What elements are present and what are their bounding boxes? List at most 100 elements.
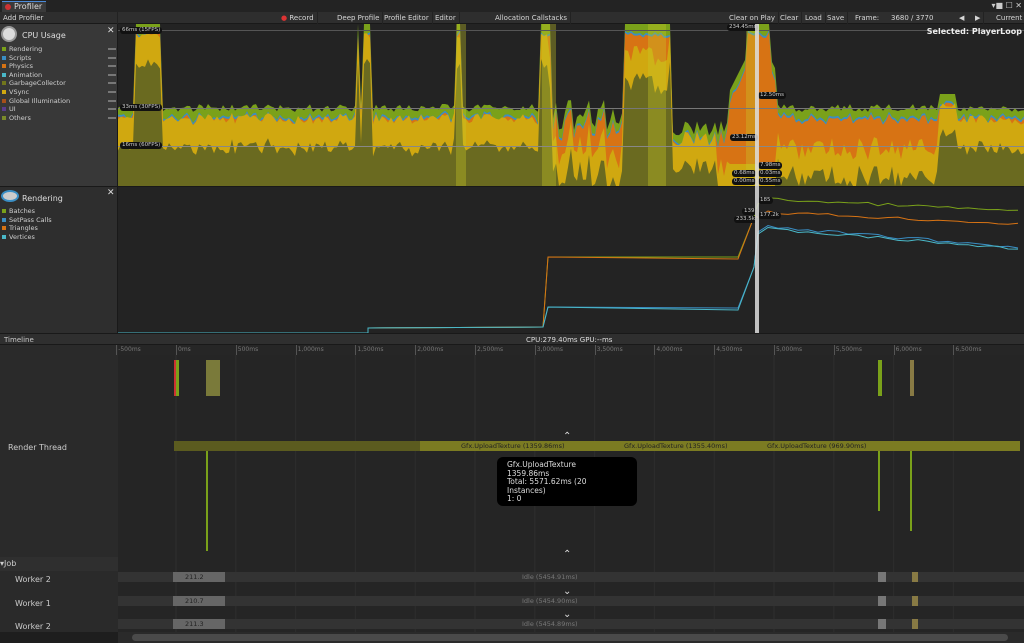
legend-label: SetPass Calls <box>9 215 52 224</box>
record-button[interactable]: ● Record <box>278 12 318 24</box>
legend-label: Scripts <box>9 53 32 62</box>
rendering-title: Rendering <box>22 194 63 203</box>
time-tick: 2,000ms <box>415 345 444 355</box>
legend-label: GarbageCollector <box>9 79 66 88</box>
time-tick: 4,000ms <box>654 345 683 355</box>
drag-handle-icon[interactable] <box>108 108 116 111</box>
deep-profile-button[interactable]: Deep Profile <box>334 12 384 24</box>
drag-handle-icon[interactable] <box>108 65 116 68</box>
scrollbar-thumb[interactable] <box>132 634 1008 641</box>
render-thread-sample[interactable] <box>206 451 208 551</box>
legend-item[interactable]: Rendering <box>0 45 118 54</box>
value-label: 234.45ms <box>727 24 759 31</box>
window-controls[interactable]: ▾■ ☐ ✕ <box>991 1 1022 10</box>
next-frame-button[interactable]: ▶ <box>972 12 985 24</box>
toolbar: Add Profiler ● Record Deep Profile Profi… <box>0 12 1024 24</box>
legend-label: Others <box>9 113 31 122</box>
main-thread-sample[interactable] <box>878 360 882 396</box>
collapse-chevron-icon[interactable]: ⌃ <box>563 549 571 560</box>
worker-active-bar[interactable] <box>912 619 918 629</box>
time-tick: 500ms <box>235 345 259 355</box>
guide-33ms <box>118 108 1024 109</box>
close-icon[interactable]: ✕ <box>107 26 115 36</box>
drag-handle-icon[interactable] <box>108 116 116 119</box>
editor-dropdown[interactable]: Editor <box>432 12 460 24</box>
selection-highlight <box>648 24 666 186</box>
tab-bar: Profiler ▾■ ☐ ✕ <box>0 0 1024 12</box>
current-frame-button[interactable]: Current <box>993 12 1024 24</box>
value-label: 185 <box>758 197 773 204</box>
time-ruler[interactable]: -500ms 0ms 500ms 1,000ms 1,500ms 2,000ms 2,500… <box>116 345 1024 355</box>
series-line-triangles <box>118 210 1019 334</box>
drag-handle-icon[interactable] <box>108 56 116 59</box>
legend-item[interactable]: Batches <box>0 207 118 216</box>
selection-highlight <box>456 24 466 186</box>
view-mode-dropdown[interactable]: Timeline <box>4 336 34 344</box>
legend-item[interactable]: Global Illumination <box>0 97 118 106</box>
close-icon[interactable]: ✕ <box>107 188 115 198</box>
clear-on-play-button[interactable]: Clear on Play <box>726 12 780 24</box>
clear-button[interactable]: Clear <box>777 12 803 24</box>
drag-handle-icon[interactable] <box>108 82 116 85</box>
rendering-chart[interactable]: 185 139 233.5k 177.2k <box>118 186 1024 334</box>
legend-item[interactable]: VSync <box>0 88 118 97</box>
worker-active-bar[interactable] <box>912 572 918 582</box>
expand-chevron-icon[interactable]: ⌄ <box>563 609 571 620</box>
legend-item[interactable]: GarbageCollector <box>0 79 118 88</box>
main-thread-sample[interactable] <box>174 360 176 396</box>
legend-item[interactable]: Triangles <box>0 224 118 233</box>
tooltip-total: Total: 5571.62ms (20 Instances) <box>507 477 587 495</box>
legend-item[interactable]: Scripts <box>0 54 118 63</box>
render-thread-sample[interactable] <box>910 451 912 531</box>
worker-idle-label: Idle (5454.91ms) <box>522 573 578 581</box>
drag-handle-icon[interactable] <box>108 48 116 50</box>
legend-item[interactable]: SetPass Calls <box>0 216 118 225</box>
time-tick: 5,500ms <box>833 345 862 355</box>
drag-handle-icon[interactable] <box>108 73 116 76</box>
prev-frame-button[interactable]: ◀ <box>956 12 967 24</box>
profile-editor-button[interactable]: Profile Editor <box>381 12 433 24</box>
tooltip-line: 1: 0 <box>507 494 522 504</box>
allocation-callstacks-dropdown[interactable]: Allocation Callstacks <box>492 12 572 24</box>
rendering-panel[interactable]: Rendering ✕ Batches SetPass Calls Triangle… <box>0 186 118 333</box>
cpu-usage-chart[interactable]: 66ms (15FPS) 33ms (30FPS) 16ms (60FPS) S… <box>118 24 1024 186</box>
drag-handle-icon[interactable] <box>108 99 116 102</box>
time-tick: 2,500ms <box>475 345 504 355</box>
save-button[interactable]: Save <box>824 12 849 24</box>
guide-66ms <box>118 30 1024 31</box>
load-button[interactable]: Load <box>802 12 826 24</box>
legend-label: Global Illumination <box>9 96 71 105</box>
worker-active-bar[interactable] <box>912 596 918 606</box>
add-profiler-dropdown[interactable]: Add Profiler <box>0 12 118 24</box>
expand-chevron-icon[interactable]: ⌄ <box>563 586 571 597</box>
worker-active-bar[interactable] <box>878 596 886 606</box>
rendering-legend: Batches SetPass Calls Triangles Vertices <box>0 207 118 241</box>
horizontal-scrollbar[interactable] <box>118 632 1024 643</box>
legend-item[interactable]: Animation <box>0 71 118 80</box>
main-thread-sample[interactable] <box>910 360 914 396</box>
legend-label: Animation <box>9 70 43 79</box>
worker-active-bar[interactable] <box>878 619 886 629</box>
cpu-usage-panel[interactable]: CPU Usage ✕ Rendering Scripts Physics Anima… <box>0 24 118 186</box>
legend-item[interactable]: Physics <box>0 62 118 71</box>
cpu-usage-title: CPU Usage <box>22 31 66 40</box>
legend-item[interactable]: UI <box>0 105 118 114</box>
legend-label: Vertices <box>9 232 35 241</box>
bar-label: Gfx.UploadTexture (1359.86ms) <box>461 442 565 450</box>
drag-handle-icon[interactable] <box>108 90 116 93</box>
selected-label: Selected: PlayerLoop <box>926 27 1022 36</box>
legend-item[interactable]: Vertices <box>0 233 118 242</box>
render-thread-sample[interactable] <box>878 451 880 511</box>
rendering-icon <box>1 190 19 202</box>
main-thread-sample[interactable] <box>206 360 220 396</box>
main-thread-sample[interactable] <box>176 360 179 396</box>
worker-active-bar[interactable] <box>878 572 886 582</box>
tab-profiler[interactable]: Profiler <box>2 1 46 12</box>
record-label: Record <box>289 14 314 22</box>
job-group-toggle[interactable]: ▾Job <box>0 557 118 571</box>
value-label: 12.50ms <box>758 92 786 99</box>
frame-cursor[interactable] <box>755 24 759 333</box>
legend-label: VSync <box>9 87 30 96</box>
legend-item[interactable]: Others <box>0 114 118 123</box>
value-label: 7.98ms <box>758 162 783 169</box>
